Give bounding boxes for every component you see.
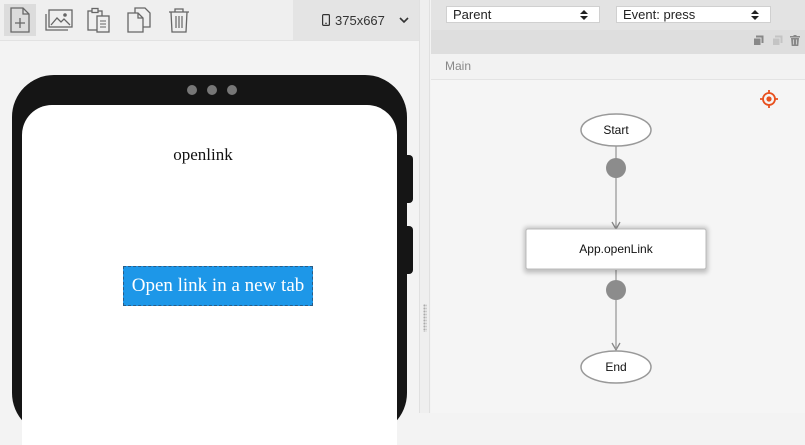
- paste-icon[interactable]: [772, 35, 783, 46]
- logic-canvas[interactable]: Start App.openLink End: [431, 80, 805, 413]
- drag-handle-icon: [423, 304, 427, 332]
- logic-tools-bar: [431, 30, 805, 54]
- breadcrumb: Main: [431, 54, 805, 80]
- output-port[interactable]: [606, 280, 626, 300]
- app-title: openlink: [173, 145, 233, 164]
- chevron-down-icon: [399, 16, 409, 23]
- pane-splitter[interactable]: [419, 0, 430, 413]
- duplicate-button[interactable]: [123, 4, 155, 36]
- new-page-icon: [10, 7, 30, 33]
- paste-icon: [87, 7, 110, 33]
- trash-icon[interactable]: [790, 35, 800, 46]
- end-node-label: End: [605, 360, 626, 374]
- tab-main[interactable]: Main: [445, 59, 471, 73]
- start-node-label: Start: [603, 123, 629, 137]
- action-node[interactable]: App.openLink: [524, 227, 708, 273]
- end-node[interactable]: End: [580, 350, 652, 384]
- duplicate-icon: [127, 7, 151, 33]
- copy-icon[interactable]: [753, 35, 764, 46]
- component-select-value: Parent: [453, 7, 492, 22]
- preview-pane: 375x667 openlink Open link in a new tab: [0, 0, 419, 445]
- add-image-button[interactable]: [43, 4, 75, 36]
- camera-dot: [187, 85, 197, 95]
- image-icon: [45, 9, 73, 31]
- paste-button[interactable]: [83, 4, 115, 36]
- logic-pane: Parent Event: press Main Start App.openL…: [431, 0, 805, 413]
- device-size-label: 375x667: [335, 12, 385, 28]
- updown-arrow-icon: [751, 9, 759, 20]
- action-node-label: App.openLink: [579, 242, 653, 256]
- trash-icon: [169, 8, 189, 33]
- editor-toolbar: 375x667: [0, 0, 419, 41]
- start-node[interactable]: Start: [580, 113, 652, 147]
- camera-dot: [227, 85, 237, 95]
- updown-arrow-icon: [580, 9, 588, 20]
- delete-button[interactable]: [163, 4, 195, 36]
- phone-frame: openlink Open link in a new tab: [12, 75, 407, 445]
- component-select[interactable]: Parent: [446, 6, 600, 23]
- phone-screen: openlink Open link in a new tab: [22, 105, 397, 445]
- logic-selects-bar: Parent Event: press: [431, 0, 805, 30]
- event-select-value: Event: press: [623, 7, 696, 22]
- phone-icon: [322, 14, 330, 26]
- logic-flow-diagram: Start App.openLink End: [524, 113, 708, 384]
- open-link-button[interactable]: Open link in a new tab: [123, 266, 313, 306]
- event-select[interactable]: Event: press: [616, 6, 771, 23]
- new-page-button[interactable]: [4, 4, 36, 36]
- device-size-select[interactable]: 375x667: [293, 0, 419, 40]
- output-port[interactable]: [606, 158, 626, 178]
- camera-dot: [207, 85, 217, 95]
